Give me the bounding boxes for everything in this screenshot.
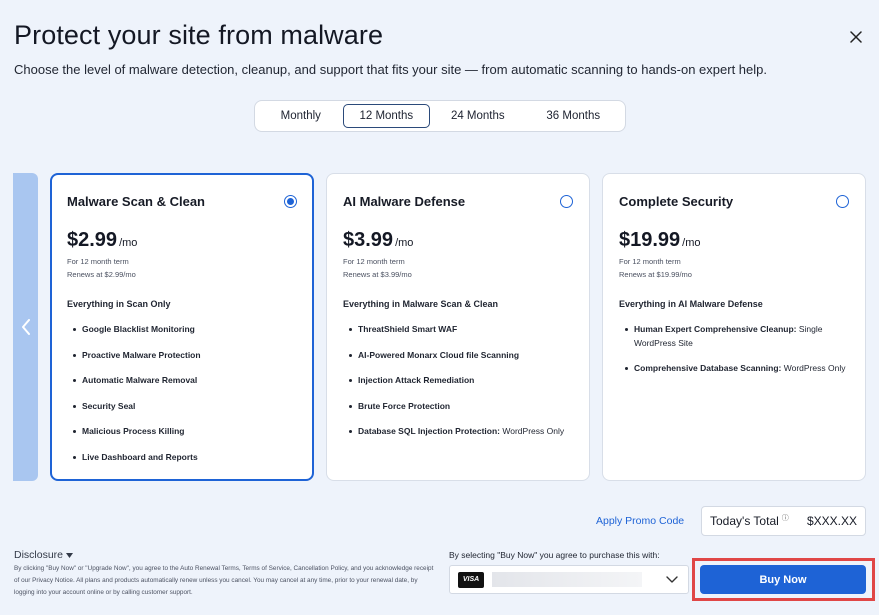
feature-item: Automatic Malware Removal — [73, 374, 294, 388]
plan-includes: Everything in AI Malware Defense — [619, 299, 763, 309]
billing-term-tabs: Monthly 12 Months 24 Months 36 Months — [254, 100, 626, 132]
feature-item: Google Blacklist Monitoring — [73, 323, 294, 337]
payment-method-select[interactable]: VISA — [449, 565, 689, 594]
plan-price: $3.99 — [343, 229, 394, 251]
feature-item: Live Dashboard and Reports — [73, 451, 294, 465]
feature-item: Injection Attack Remediation — [349, 374, 571, 388]
plan-radio[interactable] — [836, 195, 849, 208]
carousel-prev-button[interactable] — [13, 173, 38, 481]
plan-name: Complete Security — [619, 194, 734, 209]
caret-down-icon — [66, 552, 74, 558]
plan-price: $2.99 — [67, 229, 118, 251]
masked-card-number — [492, 572, 642, 587]
page-title: Protect your site from malware — [14, 20, 384, 50]
feature-item: Comprehensive Database Scanning: WordPre… — [625, 362, 847, 376]
plan-price-period: /mo — [395, 237, 414, 249]
plan-card-complete-security[interactable]: Complete Security $19.99 /mo For 12 mont… — [602, 173, 866, 481]
feature-item: Security Seal — [73, 400, 294, 414]
feature-item: AI-Powered Monarx Cloud file Scanning — [349, 349, 571, 363]
feature-item: Brute Force Protection — [349, 400, 571, 414]
plan-feature-list: Google Blacklist Monitoring Proactive Ma… — [73, 323, 294, 476]
payment-note: By selecting "Buy Now" you agree to purc… — [449, 550, 660, 560]
radio-selected-dot — [287, 198, 294, 205]
feature-item: Proactive Malware Protection — [73, 349, 294, 363]
plan-name: AI Malware Defense — [343, 194, 466, 209]
page-subtitle: Choose the level of malware detection, c… — [14, 62, 767, 77]
close-icon — [850, 31, 862, 43]
tab-monthly[interactable]: Monthly — [259, 104, 343, 128]
total-label: Today's Total — [710, 514, 779, 528]
plan-renewal: Renews at $3.99/mo — [343, 270, 412, 279]
plan-feature-list: ThreatShield Smart WAF AI-Powered Monarx… — [349, 323, 571, 451]
plan-price: $19.99 — [619, 229, 681, 251]
plan-term: For 12 month term — [343, 257, 405, 266]
tab-24-months[interactable]: 24 Months — [430, 104, 525, 128]
disclosure-text: By clicking "Buy Now" or "Upgrade Now", … — [14, 565, 434, 596]
feature-item: ThreatShield Smart WAF — [349, 323, 571, 337]
disclosure-toggle[interactable]: Disclosure — [14, 549, 74, 561]
total-value: $XXX.XX — [806, 514, 857, 528]
plan-feature-list: Human Expert Comprehensive Cleanup: Sing… — [625, 323, 847, 388]
plan-renewal: Renews at $2.99/mo — [67, 270, 136, 279]
todays-total: Today's Total ⓘ $XXX.XX — [701, 506, 866, 536]
feature-item: Database SQL Injection Protection: WordP… — [349, 425, 571, 439]
apply-promo-code-link[interactable]: Apply Promo Code — [596, 515, 684, 527]
visa-card-icon: VISA — [458, 571, 484, 588]
plan-radio[interactable] — [560, 195, 573, 208]
chevron-left-icon — [21, 319, 30, 335]
feature-item: Human Expert Comprehensive Cleanup: Sing… — [625, 323, 847, 350]
plan-includes: Everything in Scan Only — [67, 299, 171, 309]
plan-term: For 12 month term — [619, 257, 681, 266]
info-icon[interactable]: ⓘ — [782, 513, 789, 523]
plan-price-period: /mo — [682, 237, 701, 249]
tab-36-months[interactable]: 36 Months — [526, 104, 621, 128]
tab-12-months[interactable]: 12 Months — [342, 104, 431, 128]
close-button[interactable] — [845, 26, 867, 48]
buy-now-button[interactable]: Buy Now — [700, 565, 866, 594]
plan-includes: Everything in Malware Scan & Clean — [343, 299, 499, 309]
plan-term: For 12 month term — [67, 257, 129, 266]
plan-radio[interactable] — [284, 195, 297, 208]
disclosure-label: Disclosure — [14, 549, 64, 561]
chevron-down-icon — [666, 575, 678, 583]
plan-card-malware-scan-clean[interactable]: Malware Scan & Clean $2.99 /mo For 12 mo… — [50, 173, 314, 481]
plan-renewal: Renews at $19.99/mo — [619, 270, 692, 279]
plan-price-period: /mo — [119, 237, 138, 249]
feature-item: Malicious Process Killing — [73, 425, 294, 439]
plan-name: Malware Scan & Clean — [67, 194, 205, 209]
plan-card-ai-malware-defense[interactable]: AI Malware Defense $3.99 /mo For 12 mont… — [326, 173, 590, 481]
